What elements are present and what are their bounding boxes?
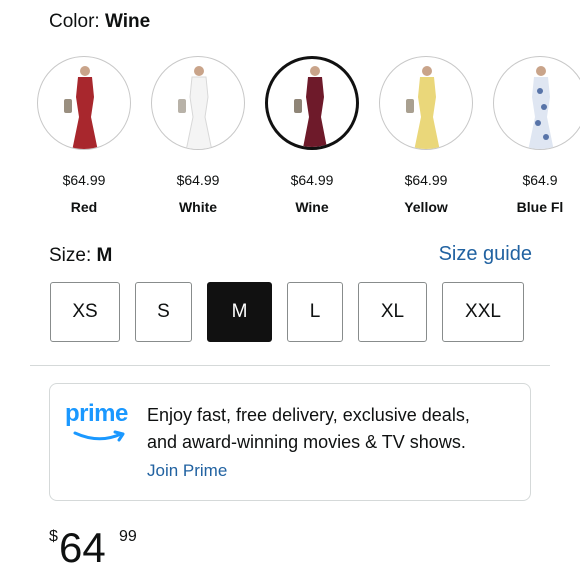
swatch-white[interactable]: $64.99 White <box>141 56 255 215</box>
swatch-yellow[interactable]: $64.99 Yellow <box>369 56 483 215</box>
swatch-name: Red <box>70 199 98 215</box>
swatch-price: $64.9 <box>522 172 558 188</box>
swatch-image[interactable] <box>493 56 580 150</box>
prime-logo: prime <box>65 400 137 448</box>
swatch-name: White <box>178 199 218 215</box>
join-prime-link[interactable]: Join Prime <box>147 461 227 481</box>
size-xl-button[interactable]: XL <box>358 282 427 342</box>
size-xs-button[interactable]: XS <box>50 282 120 342</box>
swatch-red[interactable]: $64.99 Red <box>27 56 141 215</box>
size-l-button[interactable]: L <box>287 282 343 342</box>
color-label: Color: Wine <box>49 11 151 32</box>
swatch-image[interactable] <box>37 56 131 150</box>
size-xxl-button[interactable]: XXL <box>442 282 524 342</box>
swatch-blue-floral[interactable]: $64.9 Blue Fl <box>483 56 580 215</box>
swatch-image[interactable] <box>151 56 245 150</box>
size-value: M <box>96 245 113 266</box>
swatch-price: $64.99 <box>176 172 220 188</box>
price-whole: 64 <box>59 524 106 571</box>
swatch-price: $64.99 <box>62 172 106 188</box>
prime-line-1: Enjoy fast, free delivery, exclusive dea… <box>147 405 470 425</box>
swatch-price: $64.99 <box>404 172 448 188</box>
swatch-price: $64.99 <box>290 172 334 188</box>
divider <box>30 365 550 366</box>
size-m-button[interactable]: M <box>207 282 272 342</box>
dress-image <box>528 66 554 149</box>
swatch-image[interactable] <box>379 56 473 150</box>
swatch-image-selected[interactable] <box>265 56 359 150</box>
price-symbol: $ <box>49 528 58 545</box>
swatch-name: Blue Fl <box>516 199 564 215</box>
dress-image <box>406 66 440 149</box>
size-label: Size: M <box>49 245 113 266</box>
swatch-wine[interactable]: $64.99 Wine <box>255 56 369 215</box>
dress-image <box>178 66 213 149</box>
prime-description: Enjoy fast, free delivery, exclusive dea… <box>147 402 527 456</box>
color-swatches: $64.99 Red $64.99 White $64.99 Wine $64.… <box>0 56 580 226</box>
prime-line-2: and award-winning movies & TV shows. <box>147 432 466 452</box>
color-value: Wine <box>104 11 151 32</box>
prime-promo-card: prime Enjoy fast, free delivery, exclusi… <box>49 383 531 501</box>
swatch-name: Wine <box>295 199 329 215</box>
dress-image <box>294 66 327 147</box>
size-s-button[interactable]: S <box>135 282 192 342</box>
prime-smile-icon <box>73 430 125 442</box>
swatch-name: Yellow <box>404 199 448 215</box>
price-fraction: 99 <box>119 528 137 545</box>
size-guide-link[interactable]: Size guide <box>439 243 532 266</box>
dress-image <box>64 66 98 149</box>
